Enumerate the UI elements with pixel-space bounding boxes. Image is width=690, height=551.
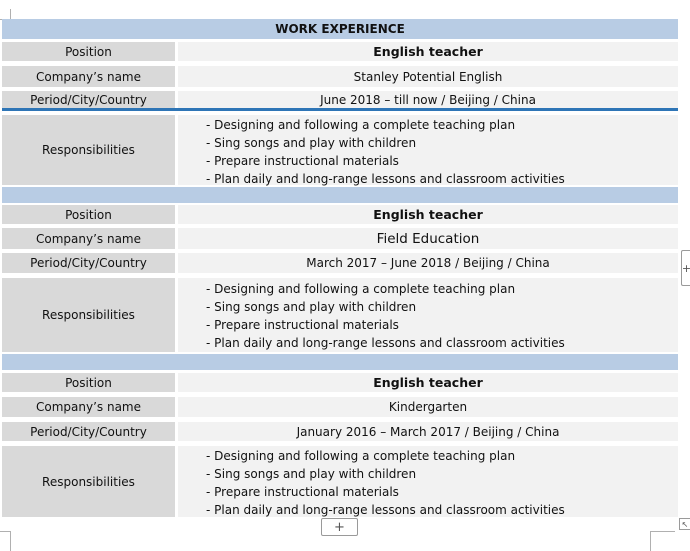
period-value-cell[interactable]: January 2016 – March 2017 / Beijing / Ch… [178,422,678,441]
list-item: - Prepare instructional materials [206,318,399,332]
table-row[interactable]: Company’s name Kindergarten [2,397,678,417]
list-item: - Prepare instructional materials [206,485,399,499]
list-item: - Designing and following a complete tea… [206,282,516,296]
list-item: - Sing songs and play with children [206,136,417,150]
page-corner-marker [0,531,11,551]
document-page: WORK EXPERIENCE Position English teacher… [0,0,690,551]
separator-row[interactable] [2,187,678,203]
responsibilities-label-cell[interactable]: Responsibilities [2,115,175,185]
responsibilities-label-cell[interactable]: Responsibilities [2,446,175,517]
position-value-cell[interactable]: English teacher [178,42,678,61]
table-row[interactable]: Company’s name Field Education [2,228,678,249]
company-label-cell[interactable]: Company’s name [2,397,175,417]
add-row-button[interactable]: + [321,518,358,536]
list-item: - Sing songs and play with children [206,300,417,314]
table-row[interactable]: Responsibilities - Designing and followi… [2,115,678,186]
position-label-cell[interactable]: Position [2,205,175,224]
table-row[interactable]: Company’s name Stanley Potential English [2,66,678,87]
section-header[interactable]: WORK EXPERIENCE [2,19,678,39]
company-label-cell[interactable]: Company’s name [2,228,175,249]
page-corner-marker [650,531,675,551]
table-row[interactable]: Responsibilities - Designing and followi… [2,446,678,517]
position-label-cell[interactable]: Position [2,373,175,392]
responsibilities-value-cell[interactable]: - Designing and following a complete tea… [178,446,678,517]
row-selection-line [2,108,678,111]
table-row[interactable]: Period/City/Country January 2016 – March… [2,422,678,441]
add-column-button[interactable]: + [681,250,690,286]
responsibilities-value-cell[interactable]: - Designing and following a complete tea… [178,278,678,352]
table-row[interactable]: Position English teacher [2,205,678,224]
list-item: - Designing and following a complete tea… [206,118,516,132]
period-label-cell[interactable]: Period/City/Country [2,91,175,109]
company-value-cell[interactable]: Field Education [178,228,678,249]
period-label-cell[interactable]: Period/City/Country [2,253,175,273]
company-value-cell[interactable]: Kindergarten [178,397,678,417]
separator-row[interactable] [2,354,678,370]
position-value-cell[interactable]: English teacher [178,205,678,224]
period-value-cell[interactable]: June 2018 – till now / Beijing / China [178,91,678,109]
section-title: WORK EXPERIENCE [275,22,405,36]
list-item: - Plan daily and long-range lessons and … [206,336,565,350]
period-label-cell[interactable]: Period/City/Country [2,422,175,441]
position-label-cell[interactable]: Position [2,42,175,61]
list-item: - Prepare instructional materials [206,154,399,168]
position-value-cell[interactable]: English teacher [178,373,678,392]
company-value-cell[interactable]: Stanley Potential English [178,66,678,87]
list-item: - Designing and following a complete tea… [206,449,516,463]
list-item: - Sing songs and play with children [206,467,417,481]
table-row[interactable]: Position English teacher [2,42,678,61]
table-row[interactable]: Period/City/Country March 2017 – June 20… [2,253,678,273]
list-item: - Plan daily and long-range lessons and … [206,503,565,517]
table-row[interactable]: Position English teacher [2,373,678,392]
responsibilities-value-cell[interactable]: - Designing and following a complete tea… [178,115,678,186]
company-label-cell[interactable]: Company’s name [2,66,175,87]
table-row[interactable]: Responsibilities - Designing and followi… [2,278,678,352]
table-row[interactable]: Period/City/Country June 2018 – till now… [2,91,678,109]
period-value-cell[interactable]: March 2017 – June 2018 / Beijing / China [178,253,678,273]
table-resize-icon[interactable]: ↖ [679,518,690,530]
responsibilities-label-cell[interactable]: Responsibilities [2,278,175,352]
list-item: - Plan daily and long-range lessons and … [206,172,565,186]
